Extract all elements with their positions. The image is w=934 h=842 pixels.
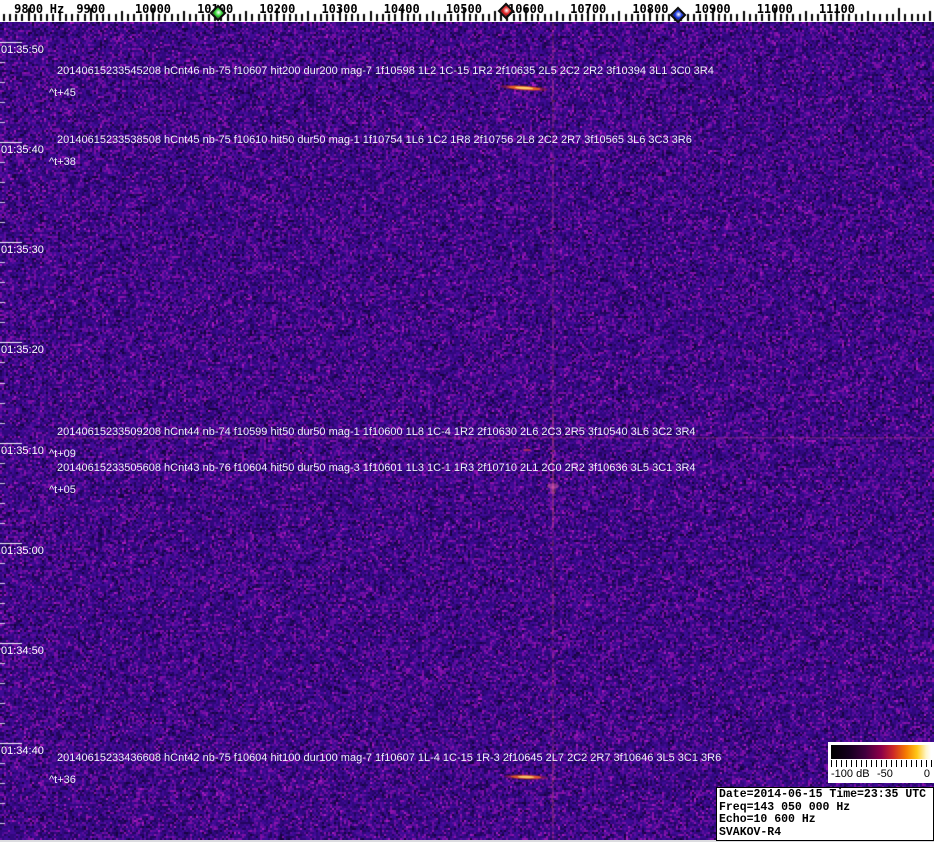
detection-time-tag: ^t+05 — [49, 484, 76, 496]
freq-tick-label-10800: 10800 — [632, 2, 669, 16]
freq-tick-label-11000: 11000 — [756, 2, 793, 16]
freq-tick-label-9800: 9800 — [14, 2, 44, 16]
time-tick-label: 01:35:40 — [1, 144, 44, 156]
db-scale-min-label: -100 dB — [831, 768, 870, 780]
detection-text: 20140615233509208 hCnt44 nb-74 f10599 hi… — [57, 426, 696, 438]
detection-time-tag: ^t+09 — [49, 448, 76, 460]
time-tick-label: 01:35:00 — [1, 545, 44, 557]
db-scale-max-label: 0 — [923, 768, 930, 780]
db-scale-ticks — [831, 760, 932, 767]
freq-tick-label-10500: 10500 — [445, 2, 482, 16]
freq-tick-label-10900: 10900 — [694, 2, 731, 16]
detection-time-tag: ^t+36 — [49, 774, 76, 786]
time-tick-label: 01:34:40 — [1, 745, 44, 757]
station-info-box: Date=2014-06-15 Time=23:35 UTC Freq=143 … — [716, 787, 934, 841]
detection-time-tag: ^t+38 — [49, 156, 76, 168]
info-echo-frequency: Echo=10 600 Hz — [719, 813, 816, 826]
frequency-unit-label: Hz — [49, 2, 65, 16]
time-tick-label: 01:35:10 — [1, 445, 44, 457]
freq-tick-label-10000: 10000 — [134, 2, 172, 16]
info-date-time: Date=2014-06-15 Time=23:35 UTC — [719, 788, 927, 801]
spectrogram-window: Hz 9800990010000101001020010300104001050… — [0, 0, 934, 842]
detection-text: 20140615233545208 hCnt46 nb-75 f10607 hi… — [57, 65, 714, 77]
time-tick-label: 01:35:30 — [1, 244, 44, 256]
detection-text: 20140615233436608 hCnt42 nb-75 f10604 hi… — [57, 752, 722, 764]
time-tick-label: 01:34:50 — [1, 645, 44, 657]
db-color-scale: -100 dB -50 0 — [828, 742, 934, 783]
detection-text: 20140615233538508 hCnt45 nb-75 f10610 hi… — [57, 134, 692, 146]
freq-tick-label-9900: 9900 — [76, 2, 106, 16]
freq-tick-label-10400: 10400 — [383, 2, 420, 16]
freq-tick-label-11100: 11100 — [818, 2, 855, 16]
time-tick-label: 01:35:20 — [1, 344, 44, 356]
freq-tick-label-10300: 10300 — [321, 2, 358, 16]
detection-time-tag: ^t+45 — [49, 87, 76, 99]
db-gradient-bar — [831, 745, 931, 759]
db-scale-mid-label: -50 — [877, 768, 893, 780]
info-station-name: SVAKOV-R4 — [719, 825, 782, 839]
freq-tick-label-10700: 10700 — [570, 2, 607, 16]
detection-text: 20140615233505608 hCnt43 nb-76 f10604 hi… — [57, 462, 696, 474]
time-tick-label: 01:35:50 — [1, 44, 44, 56]
freq-tick-label-10200: 10200 — [259, 2, 296, 16]
